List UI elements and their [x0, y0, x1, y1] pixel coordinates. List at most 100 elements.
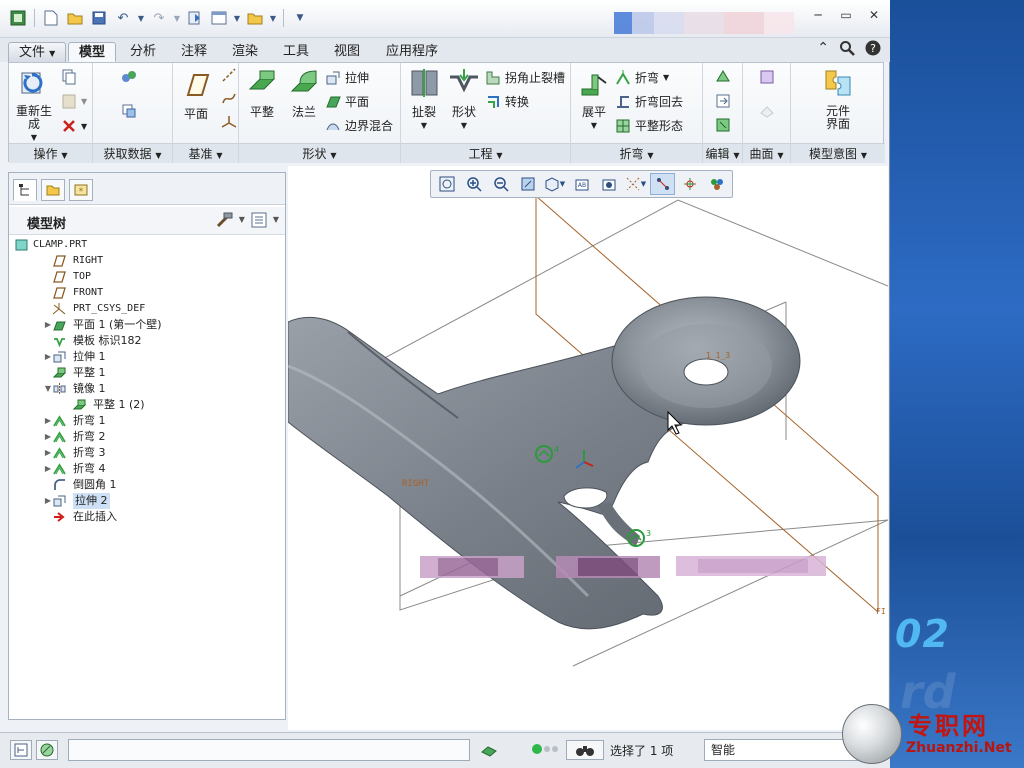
help-icon[interactable]: ? — [865, 40, 881, 60]
form-button[interactable]: 形状 ▼ — [441, 67, 487, 133]
tree-item[interactable]: ▶ 拉伸 2 — [9, 493, 285, 509]
extrude-button[interactable]: 拉伸 — [325, 69, 369, 86]
corner-relief-button[interactable]: 拐角止裂槽 — [485, 69, 565, 86]
zoom-out-icon[interactable] — [488, 173, 513, 195]
bend-back-button[interactable]: 折弯回去 — [615, 93, 683, 110]
boundary-blend-button[interactable]: 边界混合 — [325, 117, 393, 134]
edit-pattern-button[interactable] — [715, 117, 731, 133]
surface-style-button[interactable] — [759, 103, 775, 119]
tab-folder-browser[interactable] — [41, 179, 65, 201]
restore-button[interactable]: ▭ — [838, 8, 854, 22]
display-style-icon[interactable]: ▼ — [542, 173, 567, 195]
unbend-button[interactable]: 展平 ▼ — [571, 67, 617, 133]
open-folder-icon[interactable] — [65, 8, 85, 28]
expand-arrow-icon[interactable]: ▶ — [43, 429, 53, 445]
group-label-editing[interactable]: 编辑 ▼ — [703, 143, 742, 163]
expand-arrow-icon[interactable]: ▶ — [43, 317, 53, 333]
tree-item[interactable]: ▶ 折弯 3 — [9, 445, 285, 461]
expand-arrow-icon[interactable]: ▶ — [43, 493, 53, 509]
group-label-model-intent[interactable]: 模型意图 ▼ — [791, 143, 885, 163]
model-viewport[interactable]: RIGHT 1_1_3 FI 4 3 — [288, 166, 888, 730]
search-icon[interactable] — [839, 40, 855, 60]
edit-sketch-button[interactable] — [715, 69, 731, 85]
tab-annotate[interactable]: 注释 — [171, 42, 217, 62]
undo-icon[interactable]: ↶ — [113, 8, 133, 28]
collapse-ribbon-icon[interactable]: ⌃ — [817, 40, 829, 60]
toggle-browser-button[interactable] — [36, 740, 58, 760]
flat-surface-button[interactable]: 平面 — [325, 93, 369, 110]
collapse-arrow-icon[interactable]: ▼ — [43, 381, 53, 397]
perspective-view-icon[interactable]: ▼ — [623, 173, 648, 195]
regenerate-icon[interactable] — [185, 8, 205, 28]
expand-arrow-icon[interactable]: ▶ — [43, 413, 53, 429]
tab-render[interactable]: 渲染 — [222, 42, 268, 62]
minimize-button[interactable]: ─ — [810, 8, 826, 22]
tree-item[interactable]: 在此插入 — [9, 509, 285, 525]
group-label-surfaces[interactable]: 曲面 ▼ — [743, 143, 790, 163]
save-icon[interactable] — [89, 8, 109, 28]
user-defined-feature-button[interactable] — [121, 69, 137, 85]
windows-dropdown-icon[interactable]: ▼ — [233, 8, 241, 28]
expand-arrow-icon[interactable]: ▶ — [43, 445, 53, 461]
datum-axis-button[interactable] — [221, 67, 237, 83]
tree-item[interactable]: CLAMP.PRT — [9, 237, 285, 253]
customize-toolbar-icon[interactable]: ▼ — [290, 8, 310, 28]
tree-item[interactable]: ▶ 平面 1 (第一个壁) — [9, 317, 285, 333]
redo-icon[interactable]: ↷ — [149, 8, 169, 28]
tree-item[interactable]: TOP — [9, 269, 285, 285]
tab-tools[interactable]: 工具 — [273, 42, 319, 62]
tree-item[interactable]: RIGHT — [9, 253, 285, 269]
tab-view[interactable]: 视图 — [324, 42, 370, 62]
new-file-icon[interactable] — [41, 8, 61, 28]
coordinate-system-button[interactable] — [221, 115, 237, 131]
tree-item[interactable]: 模板 标识182 — [9, 333, 285, 349]
tree-item[interactable]: FRONT — [9, 285, 285, 301]
clamp-disc-feature[interactable] — [611, 296, 801, 426]
toggle-navigator-button[interactable] — [10, 740, 32, 760]
model-status-icon[interactable] — [478, 740, 500, 760]
group-label-engineering[interactable]: 工程 ▼ — [401, 143, 570, 163]
datum-plane-button[interactable]: 平面 — [173, 69, 219, 121]
edit-mirror-button[interactable] — [715, 93, 731, 109]
tree-item[interactable]: PRT_CSYS_DEF — [9, 301, 285, 317]
group-label-shapes[interactable]: 形状 ▼ — [239, 143, 400, 163]
tab-model-tree[interactable] — [13, 179, 37, 201]
component-interface-button[interactable]: 元件 界面 — [813, 67, 863, 131]
selection-filter-button[interactable] — [566, 740, 604, 760]
bend-button[interactable]: 折弯 ▼ — [615, 69, 669, 86]
windows-icon[interactable] — [209, 8, 229, 28]
datum-curve-button[interactable] — [221, 91, 237, 107]
flat-wall-button[interactable]: 平整 — [239, 67, 285, 119]
tab-file[interactable]: 文件 ▼ — [8, 42, 67, 62]
surface-fill-button[interactable] — [759, 69, 775, 85]
spin-center-icon[interactable] — [677, 173, 702, 195]
app-logo-icon[interactable] — [8, 8, 28, 28]
copy-geometry-button[interactable] — [121, 103, 137, 119]
tree-item[interactable]: ▼ 镜像 1 — [9, 381, 285, 397]
copy-button[interactable] — [61, 69, 77, 85]
group-label-bends[interactable]: 折弯 ▼ — [571, 143, 702, 163]
tree-item[interactable]: ▶ 折弯 1 — [9, 413, 285, 429]
flange-wall-button[interactable]: 法兰 — [281, 67, 327, 119]
tree-item[interactable]: ▶ 拉伸 1 — [9, 349, 285, 365]
tree-columns-dropdown-icon[interactable]: ▼ — [273, 212, 279, 231]
tree-item[interactable]: ▶ 折弯 4 — [9, 461, 285, 477]
tree-settings-dropdown-icon[interactable]: ▼ — [239, 212, 245, 231]
annotation-display-icon[interactable] — [704, 173, 729, 195]
repaint-icon[interactable] — [515, 173, 540, 195]
zoom-in-icon[interactable] — [461, 173, 486, 195]
tab-favorites[interactable]: * — [69, 179, 93, 201]
saved-orientations-icon[interactable]: AB — [569, 173, 594, 195]
redo-dropdown-icon[interactable]: ▼ — [173, 8, 181, 28]
tree-columns-icon[interactable] — [251, 212, 267, 231]
datum-display-filters-icon[interactable] — [650, 173, 675, 195]
close-window-icon[interactable] — [245, 8, 265, 28]
tree-item[interactable]: ▶ 折弯 2 — [9, 429, 285, 445]
tree-item[interactable]: 倒圆角 1 — [9, 477, 285, 493]
delete-button[interactable]: ▼ — [61, 118, 87, 134]
tree-settings-icon[interactable] — [215, 212, 233, 231]
convert-button[interactable]: 转换 — [485, 93, 529, 110]
expand-arrow-icon[interactable]: ▶ — [43, 461, 53, 477]
paste-button[interactable]: ▼ — [61, 93, 87, 109]
refit-icon[interactable] — [434, 173, 459, 195]
